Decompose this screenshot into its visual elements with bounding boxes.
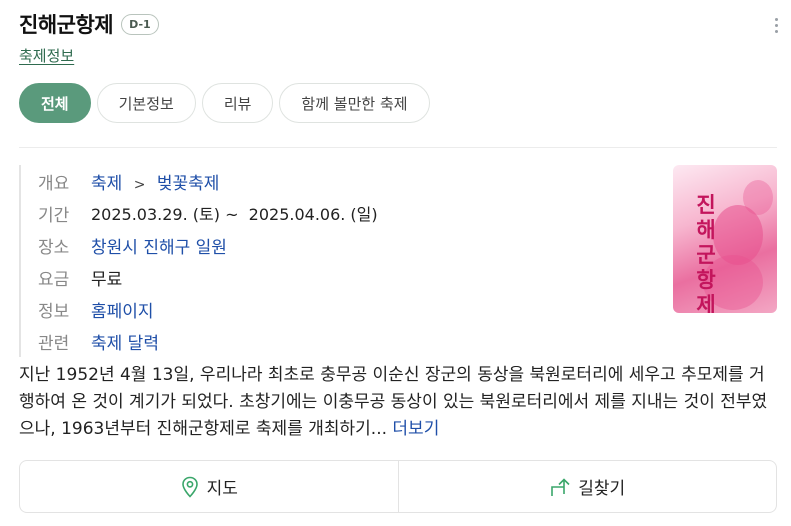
info-key-place: 장소	[38, 237, 70, 258]
festival-calendar-link[interactable]: 축제 달력	[91, 329, 159, 354]
action-bar: 지도 길찾기	[19, 460, 777, 513]
info-row-overview: 개요 축제 > 벚꽃축제	[38, 165, 378, 197]
tab-basic-info[interactable]: 기본정보	[96, 83, 196, 123]
homepage-link[interactable]: 홈페이지	[91, 297, 154, 322]
tab-all[interactable]: 전체	[19, 83, 91, 123]
tab-related-festivals[interactable]: 함께 볼만한 축제	[279, 83, 430, 123]
map-button-label: 지도	[206, 479, 238, 499]
info-row-website: 정보 홈페이지	[38, 293, 378, 325]
page-title: 진해군항제	[19, 13, 114, 37]
divider	[19, 147, 777, 148]
map-button[interactable]: 지도	[20, 461, 398, 512]
period-value: 2025.03.29. (토) ~ 2025.04.06. (일)	[91, 205, 378, 224]
festival-poster-image[interactable]: 진해 군항제	[673, 165, 777, 313]
poster-title: 진해 군항제	[696, 193, 716, 313]
info-row-fee: 요금 무료	[38, 261, 378, 293]
place-link[interactable]: 창원시 진해구 일원	[91, 233, 227, 258]
tab-bar: 전체 기본정보 리뷰 함께 볼만한 축제	[19, 83, 430, 123]
dday-badge: D-1	[121, 13, 159, 35]
festival-description: 지난 1952년 4월 13일, 우리나라 최초로 충무공 이순신 장군의 동상…	[19, 362, 779, 443]
info-key-website: 정보	[38, 301, 70, 322]
category-link[interactable]: 축제정보	[19, 45, 74, 66]
info-row-place: 장소 창원시 진해구 일원	[38, 229, 378, 261]
info-key-fee: 요금	[38, 269, 70, 290]
info-key-period: 기간	[38, 205, 70, 226]
info-list: 개요 축제 > 벚꽃축제 기간 2025.03.29. (토) ~ 2025.0…	[19, 165, 378, 357]
category-festival-link[interactable]: 축제	[91, 174, 122, 194]
info-key-related: 관련	[38, 333, 70, 354]
fee-value: 무료	[91, 269, 123, 290]
info-row-related: 관련 축제 달력	[38, 325, 378, 357]
read-more-link[interactable]: 더보기	[387, 419, 439, 439]
directions-arrow-icon	[551, 477, 570, 496]
info-key-overview: 개요	[38, 173, 70, 194]
more-options-icon[interactable]	[775, 18, 779, 36]
info-row-period: 기간 2025.03.29. (토) ~ 2025.04.06. (일)	[38, 197, 378, 229]
directions-button-label: 길찾기	[578, 479, 626, 499]
tab-reviews[interactable]: 리뷰	[201, 83, 274, 123]
category-separator: >	[133, 176, 146, 193]
title-row: 진해군항제 D-1	[19, 9, 159, 39]
map-pin-icon	[181, 476, 198, 498]
category-cherry-blossom-link[interactable]: 벚꽃축제	[157, 174, 220, 194]
directions-button[interactable]: 길찾기	[397, 461, 777, 512]
